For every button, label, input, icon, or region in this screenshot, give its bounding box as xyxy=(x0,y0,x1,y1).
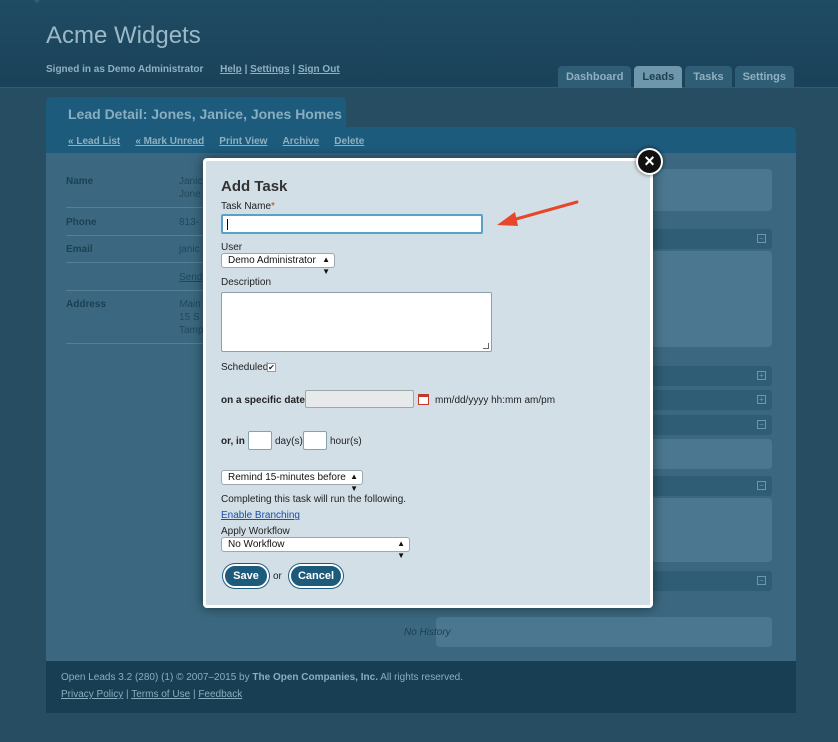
add-task-modal: Add Task Task Name* User Demo Administra… xyxy=(203,158,653,608)
expand-icon[interactable]: + xyxy=(757,371,766,380)
task-name-label-text: Task Name xyxy=(221,201,272,212)
completing-text: Completing this task will run the follow… xyxy=(221,494,407,505)
app-header: Acme Widgets Signed in as Demo Administr… xyxy=(0,0,838,88)
lead-list-link[interactable]: « Lead List xyxy=(68,136,120,147)
days-input[interactable] xyxy=(248,431,272,450)
scheduled-checkbox[interactable]: ✔ xyxy=(267,363,276,372)
print-view-link[interactable]: Print View xyxy=(219,136,267,147)
workflow-select[interactable]: No Workflow ▲ ▼ xyxy=(221,537,410,560)
specific-date-label: on a specific date xyxy=(221,395,305,406)
copyright-text: Open Leads 3.2 (280) (1) © 2007–2015 by xyxy=(61,672,253,683)
collapse-icon[interactable]: − xyxy=(757,234,766,243)
apply-workflow-label: Apply Workflow xyxy=(221,526,290,537)
annotation-arrow-icon xyxy=(497,200,579,226)
send-email-link[interactable]: Send xyxy=(179,272,202,283)
select-arrows-icon: ▲ ▼ xyxy=(350,472,358,493)
tab-dashboard[interactable]: Dashboard xyxy=(557,66,632,88)
company-name: The Open Companies, Inc. xyxy=(252,672,378,683)
privacy-policy-link[interactable]: Privacy Policy xyxy=(61,689,123,700)
copyright-line: Open Leads 3.2 (280) (1) © 2007–2015 by … xyxy=(61,672,796,683)
lead-detail-title: Lead Detail: Jones, Janice, Jones Homes xyxy=(46,97,346,129)
tab-tasks[interactable]: Tasks xyxy=(685,66,732,88)
task-name-label: Task Name* xyxy=(221,201,275,212)
field-value-phone: 813- xyxy=(179,217,200,228)
link-separator: | xyxy=(244,64,248,75)
feedback-link[interactable]: Feedback xyxy=(198,689,242,700)
field-value-email[interactable]: janic xyxy=(179,244,200,255)
link-separator: | xyxy=(192,689,196,700)
settings-link[interactable]: Settings xyxy=(250,64,289,75)
help-link[interactable]: Help xyxy=(220,64,242,75)
user-label: User xyxy=(221,242,243,253)
app-title: Acme Widgets xyxy=(46,22,201,49)
date-format-hint: mm/dd/yyyy hh:mm am/pm xyxy=(435,395,556,406)
text-cursor xyxy=(227,219,228,230)
collapse-icon[interactable]: − xyxy=(757,420,766,429)
hours-input[interactable] xyxy=(303,431,327,450)
or-in-label: or, in xyxy=(221,436,245,447)
task-name-input[interactable] xyxy=(221,214,483,234)
remind-select-value: Remind 15-minutes before xyxy=(228,472,346,483)
field-value-address-line3: Tamp xyxy=(179,325,204,336)
required-marker: * xyxy=(271,201,275,212)
select-arrows-icon: ▲ ▼ xyxy=(322,255,330,276)
tab-settings[interactable]: Settings xyxy=(734,66,794,88)
specific-date-input[interactable] xyxy=(305,390,414,408)
signed-in-bar: Signed in as Demo Administrator Help | S… xyxy=(46,64,340,75)
copyright-suffix: All rights reserved. xyxy=(377,672,464,683)
field-value-address-line2: 15 S xyxy=(179,312,200,323)
select-arrows-icon: ▲ ▼ xyxy=(397,539,405,560)
user-select[interactable]: Demo Administrator ▲ ▼ xyxy=(221,253,335,276)
days-label: day(s) xyxy=(275,436,303,447)
close-icon[interactable]: × xyxy=(636,148,663,175)
description-textarea[interactable] xyxy=(221,292,492,352)
field-value-address: Main xyxy=(179,299,201,310)
remind-select[interactable]: Remind 15-minutes before ▲ ▼ xyxy=(221,470,363,493)
lead-nav: « Lead List « Mark Unread Print View Arc… xyxy=(46,127,796,153)
scheduled-label: Scheduled xyxy=(221,362,269,373)
arrow-shaft xyxy=(507,200,579,223)
resize-grip-icon[interactable] xyxy=(483,343,489,349)
terms-of-use-link[interactable]: Terms of Use xyxy=(131,689,190,700)
arrow-head xyxy=(497,212,518,226)
footer-links: Privacy Policy | Terms of Use | Feedback xyxy=(61,689,796,700)
mark-unread-link[interactable]: « Mark Unread xyxy=(135,136,204,147)
modal-title: Add Task xyxy=(221,178,288,195)
expand-icon[interactable]: + xyxy=(757,395,766,404)
link-separator: | xyxy=(126,689,129,700)
cancel-button[interactable]: Cancel xyxy=(289,564,343,588)
save-button[interactable]: Save xyxy=(223,564,269,588)
sign-out-link[interactable]: Sign Out xyxy=(298,64,340,75)
archive-link[interactable]: Archive xyxy=(283,136,320,147)
link-separator: | xyxy=(292,64,296,75)
history-box xyxy=(436,617,772,647)
page-footer: Open Leads 3.2 (280) (1) © 2007–2015 by … xyxy=(46,661,796,713)
enable-branching-link[interactable]: Enable Branching xyxy=(221,510,300,521)
user-select-value: Demo Administrator xyxy=(228,255,316,266)
workflow-select-value: No Workflow xyxy=(228,539,285,550)
field-value-name: Janic xyxy=(179,176,203,187)
collapse-icon[interactable]: − xyxy=(757,576,766,585)
delete-link[interactable]: Delete xyxy=(334,136,364,147)
main-tabs: Dashboard Leads Tasks Settings xyxy=(557,66,794,88)
calendar-icon[interactable] xyxy=(418,394,429,405)
tab-leads[interactable]: Leads xyxy=(634,66,683,88)
collapse-icon[interactable]: − xyxy=(757,481,766,490)
signed-in-text: Signed in as Demo Administrator xyxy=(46,64,204,75)
history-empty-text: No History xyxy=(404,627,451,638)
hours-label: hour(s) xyxy=(330,436,362,447)
field-value-name-line2: Jone xyxy=(179,189,201,200)
description-label: Description xyxy=(221,277,272,288)
or-text: or xyxy=(273,571,282,582)
